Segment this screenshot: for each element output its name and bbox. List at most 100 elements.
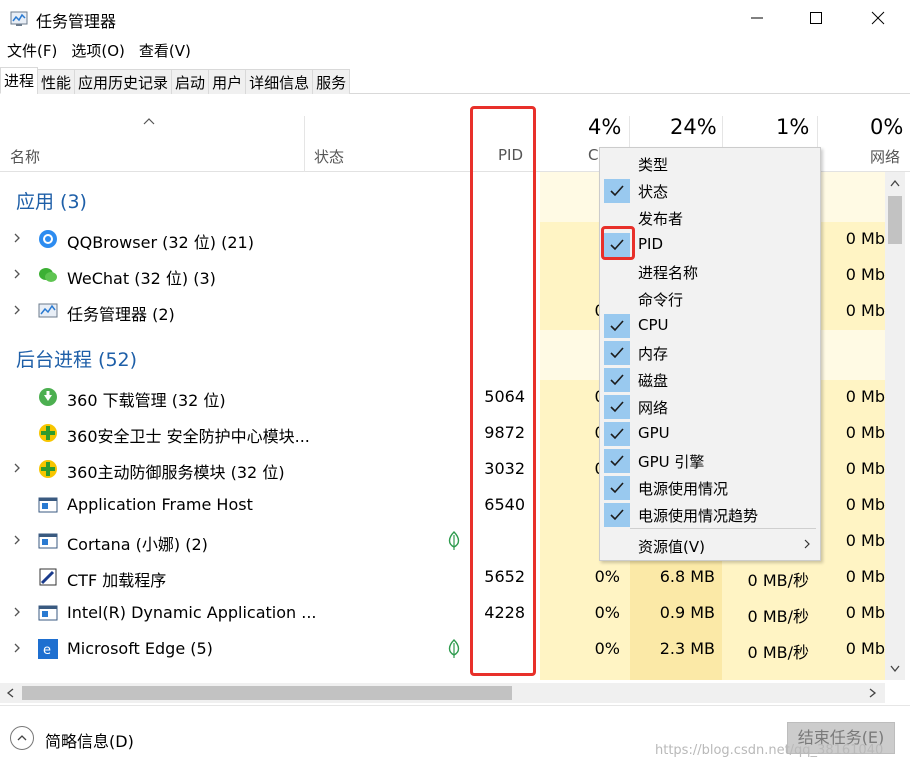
task-manager-icon <box>10 11 28 26</box>
minimize-icon <box>751 17 763 19</box>
window-title: 任务管理器 <box>36 12 117 31</box>
group-apps[interactable]: 应用 (3) <box>16 187 87 214</box>
process-name: CTF 加载程序 <box>67 571 167 590</box>
edge-icon: e <box>38 639 58 659</box>
column-network[interactable]: 网络 <box>870 146 900 167</box>
vertical-scrollbar[interactable] <box>885 172 905 680</box>
disk-value: 0 MB/秒 <box>747 571 809 590</box>
menu-item-resource-values[interactable]: 资源值(V) <box>600 532 820 559</box>
check-icon <box>604 476 630 500</box>
cpu-value: 0% <box>594 567 620 586</box>
scroll-down-icon[interactable] <box>889 664 901 674</box>
task-manager-icon <box>38 303 58 318</box>
menu-file[interactable]: 文件(F) <box>0 38 64 64</box>
expand-chevron-icon[interactable] <box>11 534 23 546</box>
process-name: 360主动防御服务模块 (32 位) <box>67 463 285 482</box>
tab-processes[interactable]: 进程 <box>0 67 39 94</box>
menu-item-memory[interactable]: 内存 <box>600 339 820 366</box>
expand-chevron-icon[interactable] <box>11 268 23 280</box>
tab-bar: 进程 性能 应用历史记录 启动 用户 详细信息 服务 <box>0 67 910 94</box>
network-value: 0 Mb <box>845 531 885 550</box>
fewer-details-label[interactable]: 简略信息(D) <box>45 728 134 752</box>
process-name: Cortana (小娜) (2) <box>67 535 208 554</box>
menu-item-status[interactable]: 状态 <box>600 177 820 204</box>
process-name: Application Frame Host <box>67 495 253 514</box>
network-value: 0 Mb <box>845 387 885 406</box>
scroll-right-icon[interactable] <box>868 687 878 699</box>
scroll-left-icon[interactable] <box>5 687 15 699</box>
horizontal-scrollbar[interactable] <box>0 683 885 703</box>
tab-details[interactable]: 详细信息 <box>245 69 314 94</box>
expand-chevron-icon[interactable] <box>11 462 23 474</box>
menu-item-process-name[interactable]: 进程名称 <box>600 258 820 285</box>
menu-item-cpu[interactable]: CPU <box>600 312 820 339</box>
menu-item-disk[interactable]: 磁盘 <box>600 366 820 393</box>
expand-chevron-icon[interactable] <box>11 232 23 244</box>
menu-item-type[interactable]: 类型 <box>600 150 820 177</box>
expand-chevron-icon[interactable] <box>11 304 23 316</box>
menu-bar: 文件(F) 选项(O) 查看(V) <box>0 38 910 64</box>
column-name[interactable]: 名称 <box>10 146 40 167</box>
check-icon <box>604 314 630 338</box>
network-value: 0 Mb <box>845 495 885 514</box>
process-name: Intel(R) Dynamic Application ... <box>67 603 317 622</box>
process-row-ctf-loader[interactable]: CTF 加载程序 5652 0% 6.8 MB 0 MB/秒 0 Mb <box>0 559 885 595</box>
menu-options[interactable]: 选项(O) <box>64 38 132 64</box>
menu-item-gpu[interactable]: GPU <box>600 420 820 447</box>
process-row-edge[interactable]: e Microsoft Edge (5) 0% 2.3 MB 0 MB/秒 0 … <box>0 631 885 667</box>
column-cpu[interactable]: C <box>588 146 598 164</box>
sort-ascending-icon <box>143 118 155 125</box>
footer-bar: 简略信息(D) 结束任务(E) <box>0 705 910 771</box>
process-name: 任务管理器 (2) <box>67 305 175 324</box>
network-value: 0 Mb <box>845 301 885 320</box>
disk-percent: 1% <box>776 115 810 139</box>
network-value: 0 Mb <box>845 423 885 442</box>
tab-startup[interactable]: 启动 <box>171 69 210 94</box>
menu-item-gpu-engine[interactable]: GPU 引擎 <box>600 447 820 474</box>
memory-percent: 24% <box>670 115 717 139</box>
scroll-up-icon[interactable] <box>889 178 901 188</box>
menu-view[interactable]: 查看(V) <box>132 38 198 64</box>
wechat-icon <box>39 268 57 282</box>
check-icon <box>604 422 630 446</box>
tab-app-history[interactable]: 应用历史记录 <box>74 69 173 94</box>
app-window-icon <box>38 533 58 549</box>
network-value: 0 Mb <box>845 603 885 622</box>
suspended-leaf-icon <box>448 531 460 550</box>
expand-chevron-icon[interactable] <box>11 642 23 654</box>
fewer-details-button[interactable] <box>10 726 34 750</box>
column-status[interactable]: 状态 <box>314 146 344 167</box>
process-row-intel-dal[interactable]: Intel(R) Dynamic Application ... 4228 0%… <box>0 595 885 631</box>
process-name: QQBrowser (32 位) (21) <box>67 233 254 252</box>
watermark-text: https://blog.csdn.net/qq_38161040 <box>655 743 884 758</box>
vertical-scroll-thumb[interactable] <box>888 196 902 244</box>
close-icon <box>871 11 885 25</box>
network-value: 0 Mb <box>845 265 885 284</box>
menu-item-command-line[interactable]: 命令行 <box>600 285 820 312</box>
menu-item-power-usage[interactable]: 电源使用情况 <box>600 474 820 501</box>
process-name: Microsoft Edge (5) <box>67 639 213 658</box>
network-percent: 0% <box>870 115 904 139</box>
network-value: 0 Mb <box>845 567 885 586</box>
memory-value: 0.9 MB <box>659 603 715 622</box>
process-name: WeChat (32 位) (3) <box>67 269 216 288</box>
process-name: 360 下载管理 (32 位) <box>67 391 226 410</box>
tab-users[interactable]: 用户 <box>208 69 247 94</box>
horizontal-scroll-thumb[interactable] <box>22 686 512 700</box>
menu-item-power-trend[interactable]: 电源使用情况趋势 <box>600 501 820 528</box>
expand-chevron-icon[interactable] <box>11 606 23 618</box>
maximize-button[interactable] <box>793 0 839 36</box>
check-icon <box>604 368 630 392</box>
360-icon <box>39 424 57 442</box>
menu-item-network[interactable]: 网络 <box>600 393 820 420</box>
minimize-button[interactable] <box>734 0 780 36</box>
memory-value: 6.8 MB <box>659 567 715 586</box>
close-button[interactable] <box>855 0 901 36</box>
svg-text:e: e <box>43 643 51 658</box>
memory-value: 2.3 MB <box>659 639 715 658</box>
tab-performance[interactable]: 性能 <box>37 69 76 94</box>
group-background[interactable]: 后台进程 (52) <box>16 345 137 372</box>
check-icon <box>604 395 630 419</box>
tab-services[interactable]: 服务 <box>312 69 351 94</box>
suspended-leaf-icon <box>448 639 460 658</box>
